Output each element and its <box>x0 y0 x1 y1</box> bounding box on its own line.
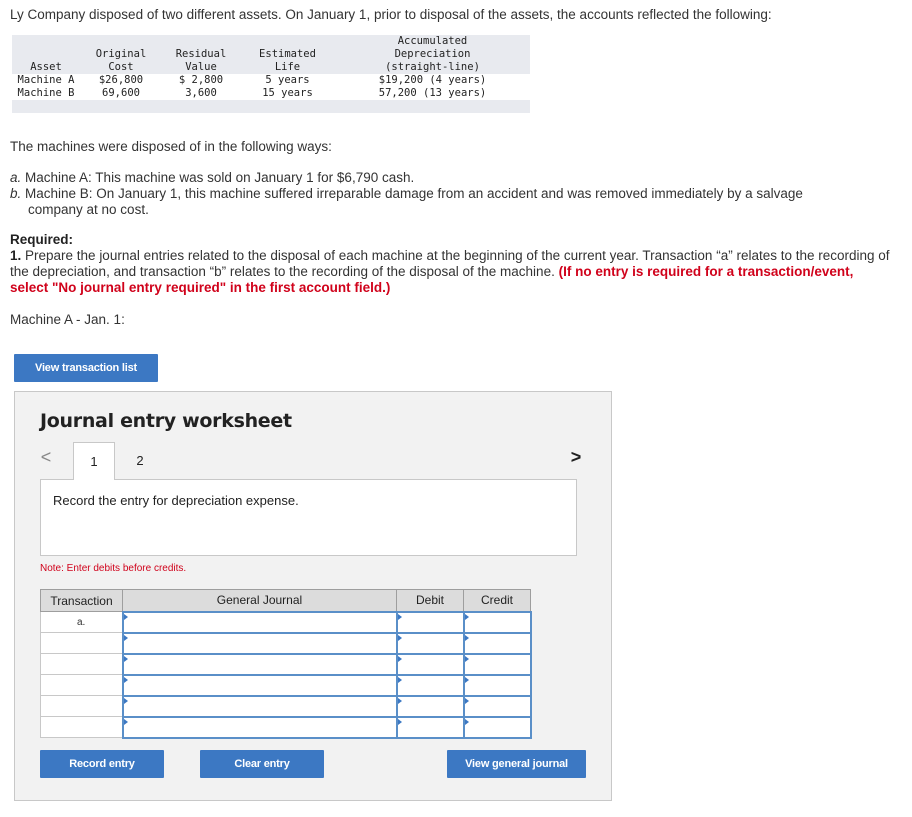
tab-2[interactable]: 2 <box>119 442 161 479</box>
chevron-right-icon[interactable]: > <box>568 447 584 467</box>
debit-input[interactable] <box>397 675 463 695</box>
account-input[interactable] <box>123 696 396 716</box>
item-b: b. Machine B: On January 1, this machine… <box>10 186 803 217</box>
view-general-journal-button[interactable]: View general journal <box>447 750 586 778</box>
header-straight-line: (straight-line) <box>385 61 480 73</box>
required-heading: Required: <box>10 232 74 247</box>
debit-input[interactable] <box>397 633 463 653</box>
credit-input[interactable] <box>464 633 530 653</box>
credit-input[interactable] <box>464 675 530 695</box>
view-transaction-list-button[interactable]: View transaction list <box>14 354 158 382</box>
header-estimated: Estimated <box>259 48 316 60</box>
instruction-text: Record the entry for depreciation expens… <box>53 493 299 508</box>
journal-row <box>40 652 532 676</box>
debit-input[interactable] <box>397 612 463 632</box>
account-input[interactable] <box>123 633 396 653</box>
account-input[interactable] <box>123 717 396 737</box>
chevron-left-icon[interactable]: < <box>38 447 54 467</box>
transaction-cell <box>40 653 123 675</box>
transaction-cell <box>40 632 123 654</box>
header-residual: Residual <box>175 48 227 60</box>
header-cost: Cost <box>108 61 134 73</box>
credit-input[interactable] <box>464 612 530 632</box>
debit-input[interactable] <box>397 717 463 737</box>
header-depreciation: Depreciation <box>394 48 471 60</box>
problem-intro: Ly Company disposed of two different ass… <box>10 7 772 22</box>
journal-entry-worksheet: Journal entry worksheet < 1 2 > Record t… <box>14 391 612 801</box>
journal-row <box>40 715 532 739</box>
header-life: Life <box>274 61 301 73</box>
clear-entry-button[interactable]: Clear entry <box>200 750 324 778</box>
item-a: a. Machine A: This machine was sold on J… <box>10 170 415 185</box>
header-transaction: Transaction <box>40 589 123 612</box>
transaction-cell: a. <box>40 611 123 633</box>
journal-row <box>40 694 532 718</box>
table-header-row: Asset Original Cost Residual Value Estimat… <box>12 35 530 74</box>
tab-1[interactable]: 1 <box>73 442 115 480</box>
disposal-intro: The machines were disposed of in the fol… <box>10 139 332 154</box>
header-credit: Credit <box>463 589 531 612</box>
table-footer-band <box>12 100 530 113</box>
header-debit: Debit <box>396 589 464 612</box>
table-row: Machine B 69,600 3,600 15 years 57,200 (… <box>12 87 530 100</box>
header-value: Value <box>185 61 217 73</box>
instruction-box: Record the entry for depreciation expens… <box>40 479 577 556</box>
required-instructions: 1. Prepare the journal entries related t… <box>10 248 890 295</box>
debit-input[interactable] <box>397 654 463 674</box>
account-input[interactable] <box>123 675 396 695</box>
journal-header-row: Transaction General Journal Debit Credit <box>40 589 531 612</box>
table-row: Machine A $26,800 $ 2,800 5 years $19,20… <box>12 74 530 87</box>
credit-input[interactable] <box>464 696 530 716</box>
header-general-journal: General Journal <box>122 589 397 612</box>
debits-note: Note: Enter debits before credits. <box>40 563 187 574</box>
asset-data-table: Asset Original Cost Residual Value Estimat… <box>12 35 530 117</box>
journal-row <box>40 631 532 655</box>
journal-row: a. <box>40 610 532 634</box>
machine-label: Machine A - Jan. 1: <box>10 312 125 327</box>
transaction-cell <box>40 674 123 696</box>
journal-row <box>40 673 532 697</box>
credit-input[interactable] <box>464 654 530 674</box>
credit-input[interactable] <box>464 717 530 737</box>
header-asset: Asset <box>30 61 62 73</box>
debit-input[interactable] <box>397 696 463 716</box>
account-input[interactable] <box>123 654 396 674</box>
worksheet-title: Journal entry worksheet <box>40 410 292 432</box>
journal-table: Transaction General Journal Debit Credit… <box>40 589 532 739</box>
record-entry-button[interactable]: Record entry <box>40 750 164 778</box>
header-original: Original <box>95 48 147 60</box>
transaction-cell <box>40 695 123 717</box>
transaction-cell <box>40 716 123 738</box>
account-input[interactable] <box>123 612 396 632</box>
header-accumulated: Accumulated <box>397 35 468 47</box>
